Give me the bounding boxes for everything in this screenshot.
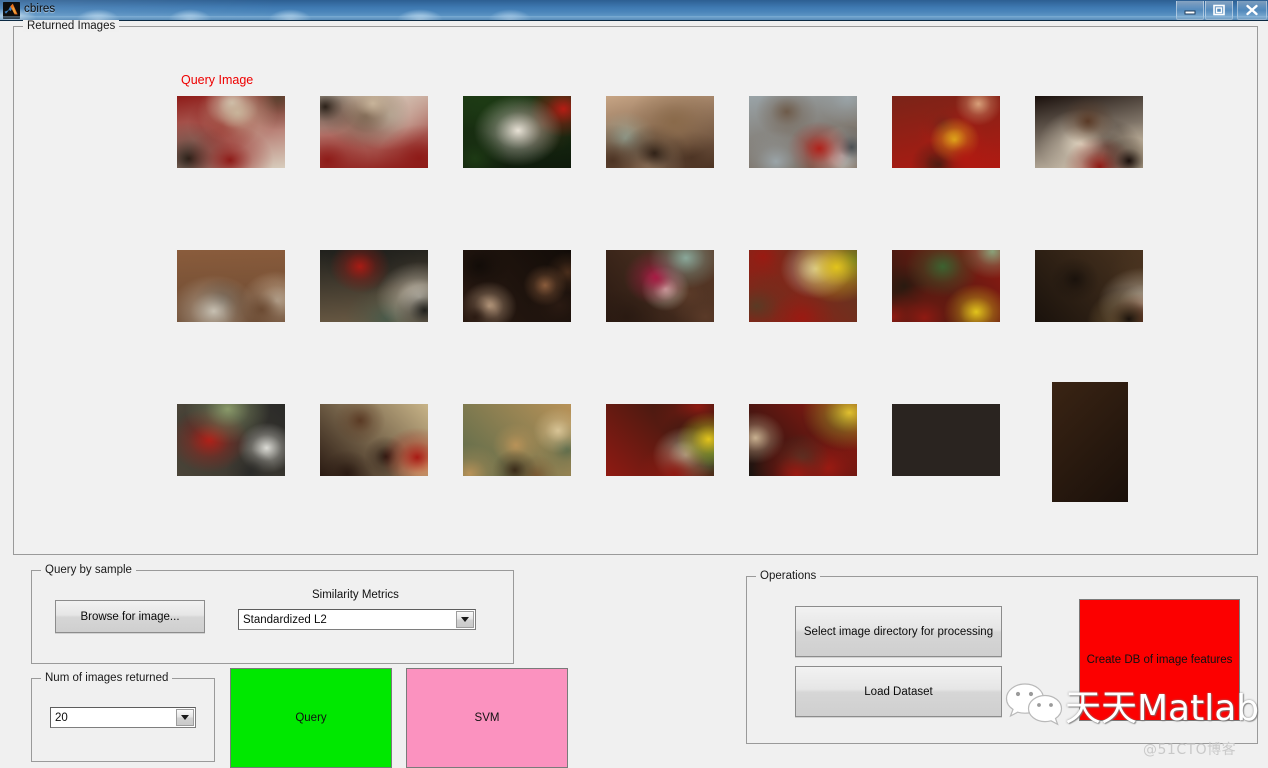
- query-button[interactable]: Query: [230, 668, 392, 768]
- thumbnail-thumb-14[interactable]: [1035, 250, 1143, 322]
- similarity-metrics-label: Similarity Metrics: [312, 589, 399, 601]
- maximize-button[interactable]: [1205, 1, 1233, 20]
- similarity-metrics-select[interactable]: Standardized L2: [238, 609, 476, 630]
- query-button-label: Query: [295, 712, 327, 724]
- thumbnail-thumb-15[interactable]: [177, 404, 285, 476]
- chevron-down-icon[interactable]: [456, 611, 474, 628]
- thumbnail-thumb-2[interactable]: [320, 96, 428, 168]
- similarity-metrics-value: Standardized L2: [243, 613, 327, 626]
- create-db-button[interactable]: Create DB of image features: [1079, 599, 1240, 721]
- thumbnail-thumb-19[interactable]: [749, 404, 857, 476]
- select-image-directory-button[interactable]: Select image directory for processing: [795, 606, 1002, 657]
- thumbnail-thumb-18[interactable]: [606, 404, 714, 476]
- query-image-label: Query Image: [181, 73, 254, 87]
- site-watermark: @51CTO博客: [1143, 742, 1237, 758]
- chevron-down-icon[interactable]: [176, 709, 194, 726]
- num-of-images-title: Num of images returned: [41, 672, 173, 684]
- browse-for-image-button[interactable]: Browse for image...: [55, 600, 205, 633]
- num-of-images-select[interactable]: 20: [50, 707, 196, 728]
- thumbnail-thumb-6[interactable]: [892, 96, 1000, 168]
- thumbnail-thumb-5[interactable]: [749, 96, 857, 168]
- num-of-images-value: 20: [55, 711, 68, 724]
- browse-for-image-label: Browse for image...: [80, 610, 180, 623]
- thumbnail-thumb-12[interactable]: [749, 250, 857, 322]
- select-image-directory-label: Select image directory for processing: [803, 625, 994, 638]
- load-dataset-label: Load Dataset: [864, 685, 933, 698]
- thumbnail-thumb-11[interactable]: [606, 250, 714, 322]
- thumbnail-thumb-17[interactable]: [463, 404, 571, 476]
- thumbnail-thumb-16[interactable]: [320, 404, 428, 476]
- thumbnail-thumb-4[interactable]: [606, 96, 714, 168]
- svm-button[interactable]: SVM: [406, 668, 568, 768]
- thumbnail-thumb-13[interactable]: [892, 250, 1000, 322]
- thumbnail-thumb-7[interactable]: [1035, 96, 1143, 168]
- thumbnail-thumb-1[interactable]: [177, 96, 285, 168]
- window-title-bar: cbires: [0, 0, 1268, 21]
- thumbnail-thumb-9[interactable]: [320, 250, 428, 322]
- minimize-button[interactable]: [1176, 1, 1204, 20]
- thumbnail-thumb-8[interactable]: [177, 250, 285, 322]
- thumbnail-thumb-3[interactable]: [463, 96, 571, 168]
- window-title: cbires: [24, 3, 56, 15]
- thumbnail-thumb-21[interactable]: [1052, 382, 1128, 502]
- load-dataset-button[interactable]: Load Dataset: [795, 666, 1002, 717]
- operations-title: Operations: [756, 570, 821, 582]
- close-button[interactable]: [1237, 1, 1267, 20]
- query-by-sample-title: Query by sample: [41, 564, 136, 576]
- returned-images-title: Returned Images: [23, 20, 120, 32]
- svm-button-label: SVM: [474, 712, 500, 724]
- matlab-logo-icon: [3, 2, 20, 19]
- create-db-label: Create DB of image features: [1086, 654, 1233, 666]
- thumbnail-thumb-10[interactable]: [463, 250, 571, 322]
- thumbnail-thumb-20[interactable]: [892, 404, 1000, 476]
